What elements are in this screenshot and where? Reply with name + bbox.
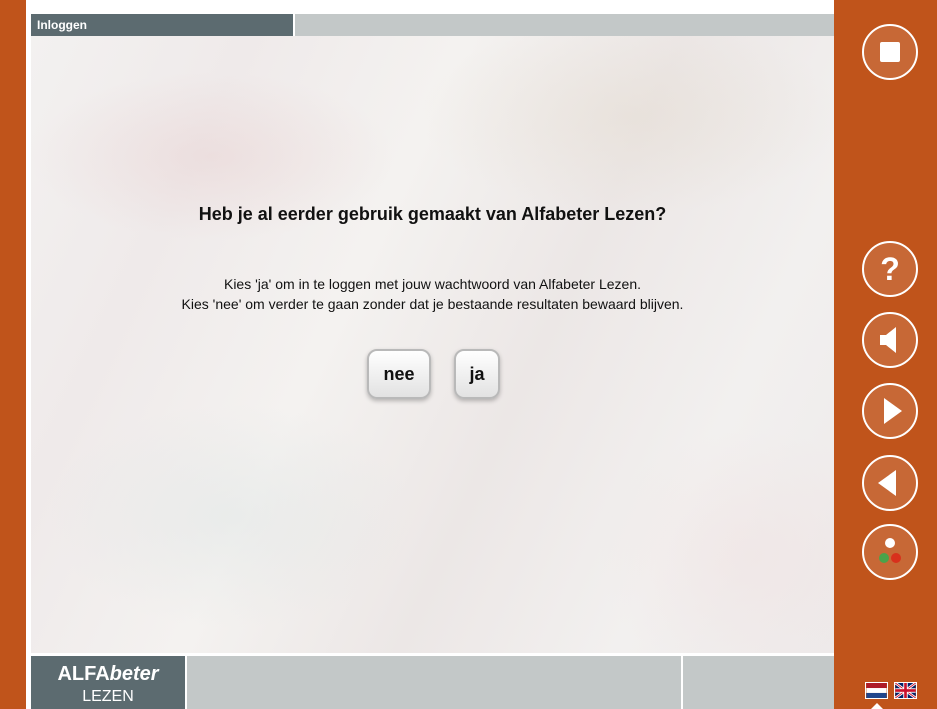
left-frame bbox=[0, 0, 26, 709]
bottom-bar-middle bbox=[187, 656, 681, 709]
instruction-yes: Kies 'ja' om in te loggen met jouw wacht… bbox=[223, 276, 642, 292]
help-button[interactable]: ? bbox=[862, 241, 918, 297]
logo-title: ALFAbeter bbox=[31, 663, 185, 686]
title-bar-filler bbox=[295, 14, 834, 36]
logo-prefix: ALFA bbox=[57, 663, 110, 685]
yes-button[interactable]: ja bbox=[454, 349, 500, 399]
logo-subtitle: LEZEN bbox=[82, 688, 134, 705]
people-icon bbox=[879, 538, 901, 563]
previous-icon bbox=[878, 470, 896, 496]
stop-button[interactable] bbox=[862, 24, 918, 80]
svg-text:?: ? bbox=[880, 251, 900, 287]
uk-flag-icon[interactable] bbox=[894, 682, 917, 699]
bottom-bar-right bbox=[683, 656, 834, 709]
speaker-button[interactable] bbox=[862, 312, 918, 368]
nl-flag-icon[interactable] bbox=[865, 682, 888, 699]
main-content: Heb je al eerder gebruik gemaakt van Alf… bbox=[31, 36, 834, 653]
logo-italic: beter bbox=[109, 663, 159, 685]
no-button[interactable]: nee bbox=[367, 349, 431, 399]
people-button[interactable] bbox=[862, 524, 918, 580]
next-button[interactable] bbox=[862, 383, 918, 439]
window-title: Inloggen bbox=[31, 14, 293, 36]
help-icon: ? bbox=[880, 251, 900, 287]
next-icon bbox=[884, 398, 902, 424]
instruction-no: Kies 'nee' om verder te gaan zonder dat … bbox=[181, 296, 684, 312]
language-indicator-arrow bbox=[871, 703, 883, 709]
speaker-icon bbox=[880, 327, 896, 353]
top-strip bbox=[26, 0, 834, 14]
logo: ALFAbeter LEZEN bbox=[31, 656, 185, 709]
previous-button[interactable] bbox=[862, 455, 918, 511]
question-heading: Heb je al eerder gebruik gemaakt van Alf… bbox=[198, 204, 667, 224]
stop-icon bbox=[880, 42, 900, 62]
